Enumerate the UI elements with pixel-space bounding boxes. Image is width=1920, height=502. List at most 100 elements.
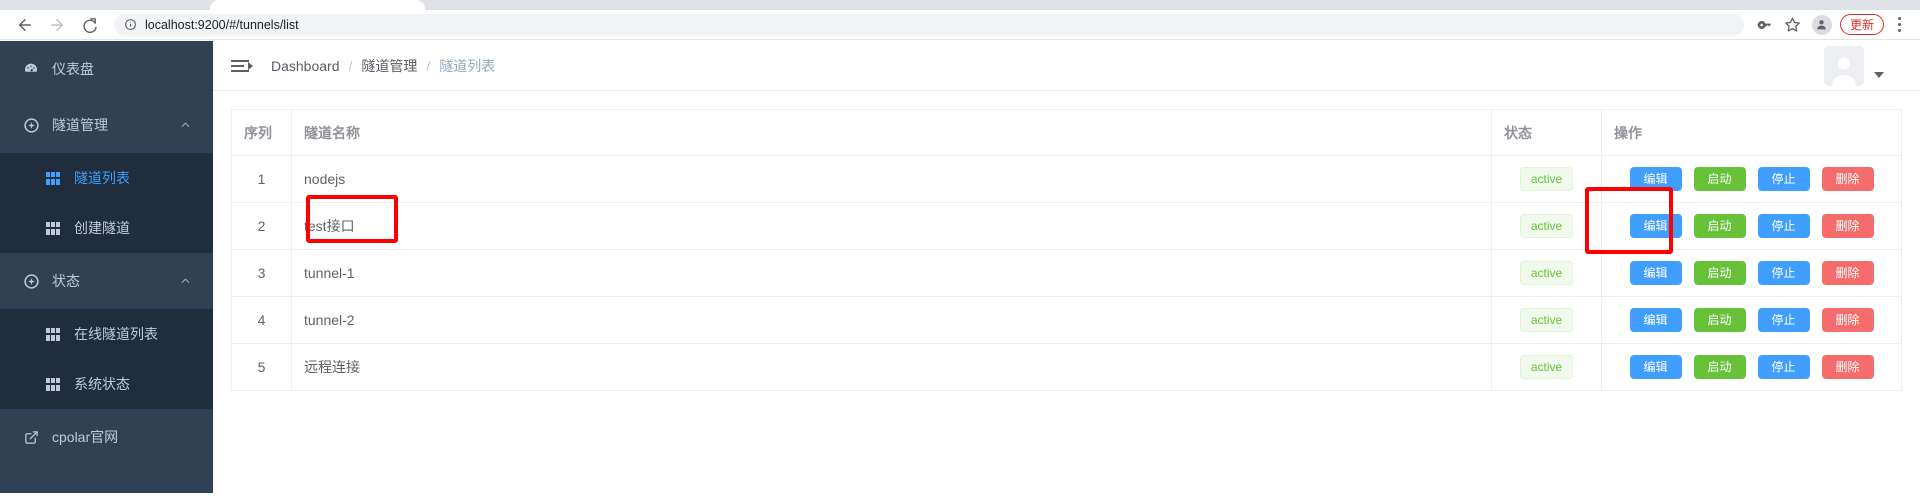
- compass-icon: [20, 273, 42, 290]
- delete-button[interactable]: 删除: [1821, 308, 1874, 332]
- key-icon[interactable]: [1752, 12, 1778, 38]
- sidebar-item-label: 在线隧道列表: [74, 326, 158, 342]
- cell-ops: 编辑 启动 停止 删除: [1601, 249, 1902, 297]
- dashboard-icon: [20, 61, 42, 77]
- main-area: Dashboard / 隧道管理 / 隧道列表 序列 隧道名称 状态 操作 1 …: [213, 41, 1920, 502]
- delete-button[interactable]: 删除: [1821, 214, 1874, 238]
- sidebar-item-dashboard[interactable]: 仪表盘: [0, 41, 213, 97]
- table-row: 4 tunnel-2 active 编辑 启动 停止 删除: [231, 296, 1902, 344]
- sidebar-item-label: 仪表盘: [52, 61, 94, 77]
- grid-icon: [44, 221, 62, 235]
- row-actions: 编辑 启动 停止 删除: [1614, 261, 1889, 285]
- start-button[interactable]: 启动: [1693, 355, 1746, 379]
- table-row: 1 nodejs active 编辑 启动 停止 删除: [231, 155, 1902, 203]
- cell-state: active: [1491, 202, 1602, 250]
- cell-name: test接口: [291, 202, 1492, 250]
- browser-tab-inactive[interactable]: [0, 0, 210, 10]
- cell-state: active: [1491, 296, 1602, 344]
- stop-button[interactable]: 停止: [1757, 261, 1810, 285]
- delete-button[interactable]: 删除: [1821, 355, 1874, 379]
- start-button[interactable]: 启动: [1693, 261, 1746, 285]
- back-arrow-icon[interactable]: [10, 10, 40, 40]
- cell-name: 远程连接: [291, 343, 1492, 391]
- status-badge: active: [1519, 167, 1574, 191]
- address-bar[interactable]: localhost:9200/#/tunnels/list: [114, 13, 1744, 36]
- start-button[interactable]: 启动: [1693, 308, 1746, 332]
- breadcrumb-separator: /: [426, 57, 431, 74]
- chevron-up-icon: [180, 276, 191, 287]
- cell-name: nodejs: [291, 155, 1492, 203]
- edit-button[interactable]: 编辑: [1629, 308, 1682, 332]
- cell-seq: 5: [231, 343, 292, 391]
- forward-arrow-icon[interactable]: [42, 10, 72, 40]
- grid-icon: [44, 171, 62, 185]
- sidebar-item-label: 隧道管理: [52, 117, 108, 133]
- row-actions: 编辑 启动 停止 删除: [1614, 355, 1889, 379]
- update-button[interactable]: 更新: [1839, 14, 1884, 35]
- sidebar-group-tunnel-management[interactable]: 隧道管理: [0, 97, 213, 153]
- cell-ops: 编辑 启动 停止 删除: [1601, 155, 1902, 203]
- edit-button[interactable]: 编辑: [1629, 355, 1682, 379]
- stop-button[interactable]: 停止: [1757, 355, 1810, 379]
- row-actions: 编辑 启动 停止 删除: [1614, 214, 1889, 238]
- table-row: 3 tunnel-1 active 编辑 启动 停止 删除: [231, 249, 1902, 297]
- external-link-icon: [20, 430, 42, 445]
- profile-avatar-icon[interactable]: [1811, 14, 1832, 35]
- three-dot-menu-icon[interactable]: [1888, 12, 1910, 38]
- info-circle-icon[interactable]: [124, 18, 137, 31]
- column-header-ops: 操作: [1601, 109, 1902, 156]
- sidebar: 仪表盘 隧道管理 隧道列表 创建隧道 状态 在线隧道列表 系统状态 cpolar…: [0, 41, 213, 493]
- status-badge: active: [1519, 214, 1574, 238]
- tunnels-table: 序列 隧道名称 状态 操作 1 nodejs active 编辑 启动 停止 删…: [231, 109, 1902, 391]
- delete-button[interactable]: 删除: [1821, 261, 1874, 285]
- browser-tab-active[interactable]: [210, 0, 425, 10]
- column-header-name: 隧道名称: [291, 109, 1492, 156]
- hamburger-collapse-icon[interactable]: [231, 55, 253, 77]
- cell-seq: 1: [231, 155, 292, 203]
- cell-state: active: [1491, 155, 1602, 203]
- breadcrumb: Dashboard / 隧道管理 / 隧道列表: [271, 56, 495, 76]
- top-navbar: Dashboard / 隧道管理 / 隧道列表: [213, 41, 1920, 91]
- browser-window: localhost:9200/#/tunnels/list 更新 仪表盘 隧道管…: [0, 0, 1920, 502]
- edit-button[interactable]: 编辑: [1629, 214, 1682, 238]
- row-actions: 编辑 启动 停止 删除: [1614, 308, 1889, 332]
- sidebar-item-system-status[interactable]: 系统状态: [0, 359, 213, 409]
- cell-seq: 3: [231, 249, 292, 297]
- sidebar-item-cpolar-website[interactable]: cpolar官网: [0, 409, 213, 465]
- start-button[interactable]: 启动: [1693, 214, 1746, 238]
- breadcrumb-item-dashboard[interactable]: Dashboard: [271, 58, 340, 74]
- cell-name: tunnel-2: [291, 296, 1492, 344]
- cell-ops: 编辑 启动 停止 删除: [1601, 202, 1902, 250]
- stop-button[interactable]: 停止: [1757, 308, 1810, 332]
- app-shell: 仪表盘 隧道管理 隧道列表 创建隧道 状态 在线隧道列表 系统状态 cpolar…: [0, 41, 1920, 502]
- edit-button[interactable]: 编辑: [1629, 261, 1682, 285]
- caret-down-icon[interactable]: [1874, 71, 1884, 78]
- edit-button[interactable]: 编辑: [1629, 167, 1682, 191]
- navbar-right: [1824, 45, 1902, 86]
- grid-icon: [44, 377, 62, 391]
- delete-button[interactable]: 删除: [1821, 167, 1874, 191]
- browser-tab-strip-background: [425, 0, 1920, 10]
- sidebar-item-create-tunnel[interactable]: 创建隧道: [0, 203, 213, 253]
- sidebar-group-status[interactable]: 状态: [0, 253, 213, 309]
- browser-tab-strip: [0, 0, 1920, 10]
- sidebar-item-tunnel-list[interactable]: 隧道列表: [0, 153, 213, 203]
- content-area: 序列 隧道名称 状态 操作 1 nodejs active 编辑 启动 停止 删…: [213, 91, 1920, 502]
- chevron-up-icon: [180, 120, 191, 131]
- star-icon[interactable]: [1780, 12, 1806, 38]
- start-button[interactable]: 启动: [1693, 167, 1746, 191]
- cell-seq: 2: [231, 202, 292, 250]
- sidebar-item-online-tunnel-list[interactable]: 在线隧道列表: [0, 309, 213, 359]
- breadcrumb-separator: /: [348, 57, 353, 74]
- table-header-row: 序列 隧道名称 状态 操作: [231, 109, 1902, 156]
- stop-button[interactable]: 停止: [1757, 167, 1810, 191]
- breadcrumb-item-tunnel-management[interactable]: 隧道管理: [361, 56, 417, 76]
- status-badge: active: [1519, 308, 1574, 332]
- user-avatar-icon[interactable]: [1824, 45, 1864, 86]
- cell-seq: 4: [231, 296, 292, 344]
- reload-icon[interactable]: [74, 10, 104, 40]
- breadcrumb-item-tunnel-list: 隧道列表: [439, 57, 496, 74]
- column-header-state: 状态: [1491, 109, 1602, 156]
- stop-button[interactable]: 停止: [1757, 214, 1810, 238]
- sidebar-subgroup-tunnel-management: 隧道列表 创建隧道: [0, 153, 213, 253]
